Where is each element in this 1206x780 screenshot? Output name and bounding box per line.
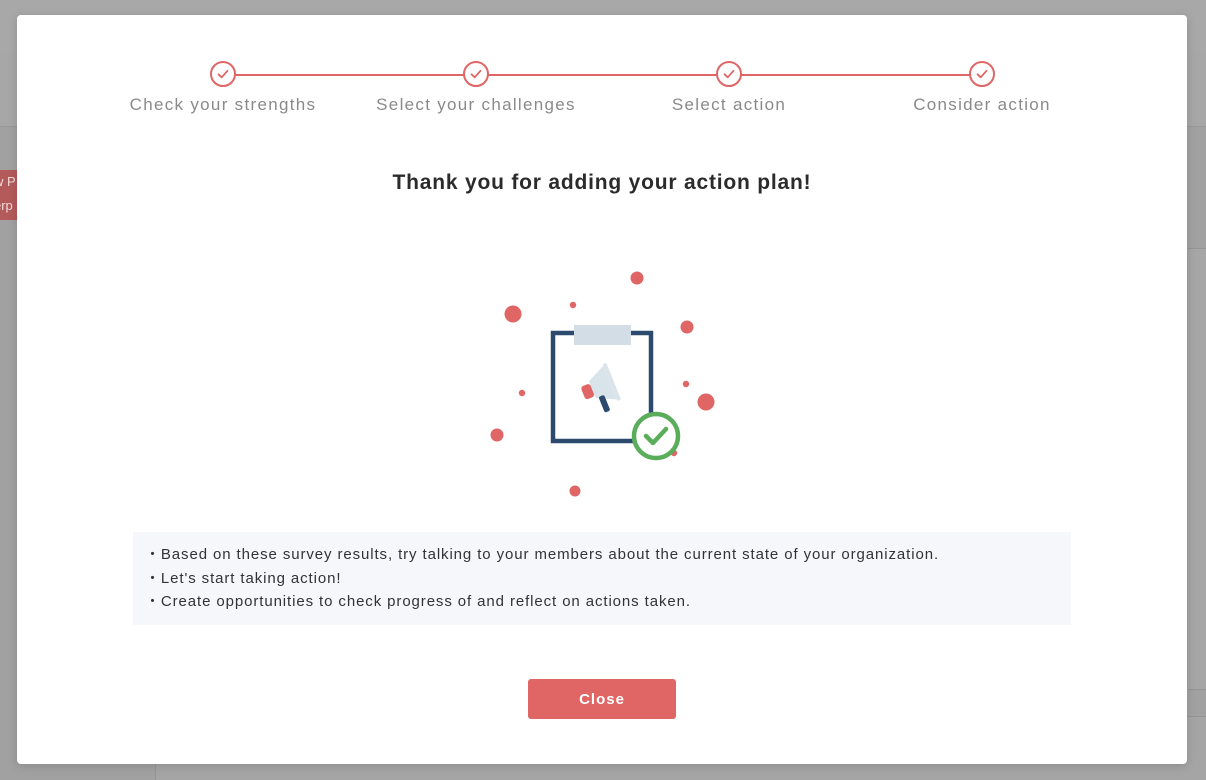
- step-label: Select action: [671, 95, 787, 114]
- step-check-icon: [463, 61, 489, 87]
- background-right-panel: [1188, 248, 1206, 690]
- step-check-icon: [716, 61, 742, 87]
- tip-item: ・Create opportunities to check progress …: [145, 593, 691, 610]
- step-label: Check your strengths: [129, 95, 317, 114]
- clipboard-megaphone-check-icon: [467, 255, 737, 505]
- modal-title: Thank you for adding your action plan!: [392, 171, 812, 194]
- step-consider-action: Consider action: [862, 61, 1102, 115]
- step-select-your-challenges: Select your challenges: [356, 61, 596, 115]
- step-check-icon: [969, 61, 995, 87]
- tip-item: ・Let's start taking action!: [145, 569, 342, 587]
- step-select-action: Select action: [609, 61, 849, 115]
- step-check-icon: [210, 61, 236, 87]
- action-plan-complete-modal: Check your strengths Select your challen…: [17, 15, 1187, 764]
- step-label: Select your challenges: [376, 95, 576, 114]
- close-button[interactable]: Close: [528, 679, 676, 719]
- tip-item: ・Based on these survey results, try talk…: [145, 546, 940, 563]
- progress-stepper: Check your strengths Select your challen…: [17, 61, 1187, 121]
- step-label: Consider action: [913, 95, 1051, 114]
- step-check-your-strengths: Check your strengths: [103, 61, 343, 115]
- action-tips-box: ・Based on these survey results, try talk…: [133, 532, 1071, 625]
